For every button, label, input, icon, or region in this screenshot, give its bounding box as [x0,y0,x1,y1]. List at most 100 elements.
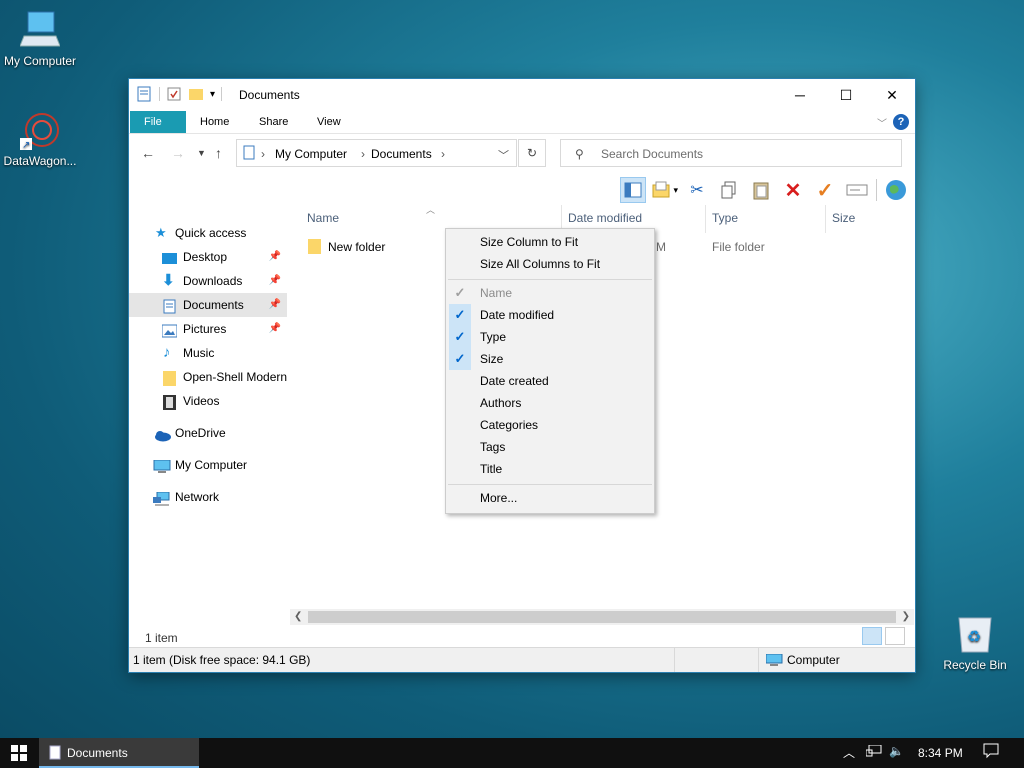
navigation-pane-icon[interactable] [620,177,646,203]
minimize-button[interactable]: ─ [777,79,823,111]
details-view-button[interactable] [862,627,882,645]
tab-share[interactable]: Share [245,111,302,133]
network-tray-icon[interactable] [865,744,882,762]
computer-icon [19,10,61,50]
status-disk-space: 1 item (Disk free space: 94.1 GB) [133,653,311,667]
address-history-dropdown-icon[interactable]: ﹀ [498,147,509,163]
tab-view[interactable]: View [303,111,355,133]
search-input[interactable]: Search Documents [601,147,703,161]
menu-item-title[interactable]: Title [446,458,654,480]
search-box[interactable]: ⚲ Search Documents [560,139,902,167]
taskbar: Documents ︿ 🔈 8:34 PM [0,738,1024,768]
column-header-name[interactable]: Name [307,211,339,225]
column-header-type[interactable]: Type [712,211,738,225]
delete-icon[interactable]: ✕ [780,177,806,203]
menu-item-date-created[interactable]: Date created [446,370,654,392]
nav-network[interactable]: Network [129,485,287,509]
scroll-right-icon[interactable]: ❯ [902,609,910,625]
tab-file[interactable]: File [130,111,186,133]
nav-item-music[interactable]: ♪ Music [129,341,287,365]
taskbar-item-documents[interactable]: Documents [39,738,199,768]
desktop-icon-datawagon[interactable]: ↗ DataWagon... [0,110,80,168]
windows-logo-icon [11,745,27,761]
help-button[interactable]: ? [893,114,909,130]
menu-item-size[interactable]: ✓ Size [446,348,654,370]
recent-locations-button[interactable]: ▼ [197,148,206,158]
desktop-icon-label: Recycle Bin [943,658,1007,672]
menu-item-size-all-columns-to-fit[interactable]: Size All Columns to Fit [446,253,654,275]
clock[interactable]: 8:34 PM [918,746,963,760]
star-icon: ★ [155,225,167,240]
show-hidden-icons-icon[interactable]: ︿ [843,744,855,761]
rename-icon[interactable] [844,177,870,203]
close-button[interactable]: ✕ [869,79,915,111]
maximize-button[interactable]: ☐ [823,79,869,111]
globe-icon[interactable] [883,177,909,203]
expand-ribbon-icon[interactable]: ﹀ [877,115,887,130]
film-icon [163,394,178,410]
file-type: File folder [712,240,765,254]
documents-location-icon [243,145,255,164]
menu-item-tags[interactable]: Tags [446,436,654,458]
music-note-icon: ♪ [163,344,171,361]
desktop-folder-icon [162,250,177,264]
refresh-button[interactable]: ↻ [518,139,546,167]
menu-item-size-column-to-fit[interactable]: Size Column to Fit [446,231,654,253]
start-button[interactable] [0,738,38,768]
scroll-left-icon[interactable]: ❮ [294,609,302,625]
customize-qa-dropdown-icon[interactable]: ▾ [210,89,215,100]
address-bar[interactable]: › My Computer › Documents › ﹀ [236,139,517,167]
menu-item-more[interactable]: More... [446,487,654,509]
file-date: M [656,240,666,254]
tab-home[interactable]: Home [186,111,243,133]
large-icons-view-button[interactable] [885,627,905,645]
new-folder-icon[interactable] [188,86,204,102]
back-button[interactable]: ← [141,145,155,161]
nav-quick-access[interactable]: ★ Quick access [129,221,287,245]
item-count: 1 item [145,631,178,645]
notifications-icon[interactable] [983,743,999,762]
volume-icon[interactable]: 🔈 [889,744,904,758]
forward-button[interactable]: → [171,145,185,161]
nav-onedrive[interactable]: OneDrive [129,421,287,445]
breadcrumb-my-computer[interactable]: My Computer [275,147,347,161]
column-context-menu: Size Column to Fit Size All Columns to F… [445,228,655,514]
column-header-size[interactable]: Size [832,211,855,225]
nav-item-open-shell-modern[interactable]: Open-Shell Modern [129,365,287,389]
check-icon: ✓ [449,348,471,370]
command-toolbar: ▾ ✂ ✕ ✓ [620,175,909,205]
copy-icon[interactable] [716,177,742,203]
folder-icon [308,239,322,257]
horizontal-scrollbar[interactable]: ❮ ❯ [290,609,914,625]
nav-my-computer[interactable]: My Computer [129,453,287,477]
column-header-date-modified[interactable]: Date modified [568,211,642,225]
nav-item-documents[interactable]: Documents 📌 [129,293,287,317]
menu-item-authors[interactable]: Authors [446,392,654,414]
desktop-icon-recycle-bin[interactable]: ♻ Recycle Bin [935,614,1015,672]
scrollbar-thumb[interactable] [308,611,896,623]
cut-icon[interactable]: ✂ [684,177,710,203]
paste-icon[interactable] [748,177,774,203]
new-folder-menu-icon[interactable]: ▾ [652,177,678,203]
computer-icon [153,458,171,473]
nav-item-downloads[interactable]: ⬇ Downloads 📌 [129,269,287,293]
pin-icon: 📌 [268,323,281,334]
nav-item-pictures[interactable]: Pictures 📌 [129,317,287,341]
desktop-icon-my-computer[interactable]: My Computer [0,10,80,68]
check-icon[interactable]: ✓ [812,177,838,203]
menu-item-type[interactable]: ✓ Type [446,326,654,348]
menu-item-date-modified[interactable]: ✓ Date modified [446,304,654,326]
datawagon-icon: ↗ [20,110,60,151]
menu-item-categories[interactable]: Categories [446,414,654,436]
properties-icon[interactable] [166,86,182,102]
nav-item-desktop[interactable]: Desktop 📌 [129,245,287,269]
svg-text:♻: ♻ [967,629,981,646]
file-name: New folder [328,240,386,254]
desktop-icon-label: DataWagon... [3,154,77,168]
pin-icon: 📌 [268,275,281,286]
up-button[interactable]: ↑ [215,145,222,161]
status-location: Computer [787,653,840,667]
nav-item-videos[interactable]: Videos [129,389,287,413]
search-icon: ⚲ [575,147,584,161]
breadcrumb-documents[interactable]: Documents [371,147,432,161]
